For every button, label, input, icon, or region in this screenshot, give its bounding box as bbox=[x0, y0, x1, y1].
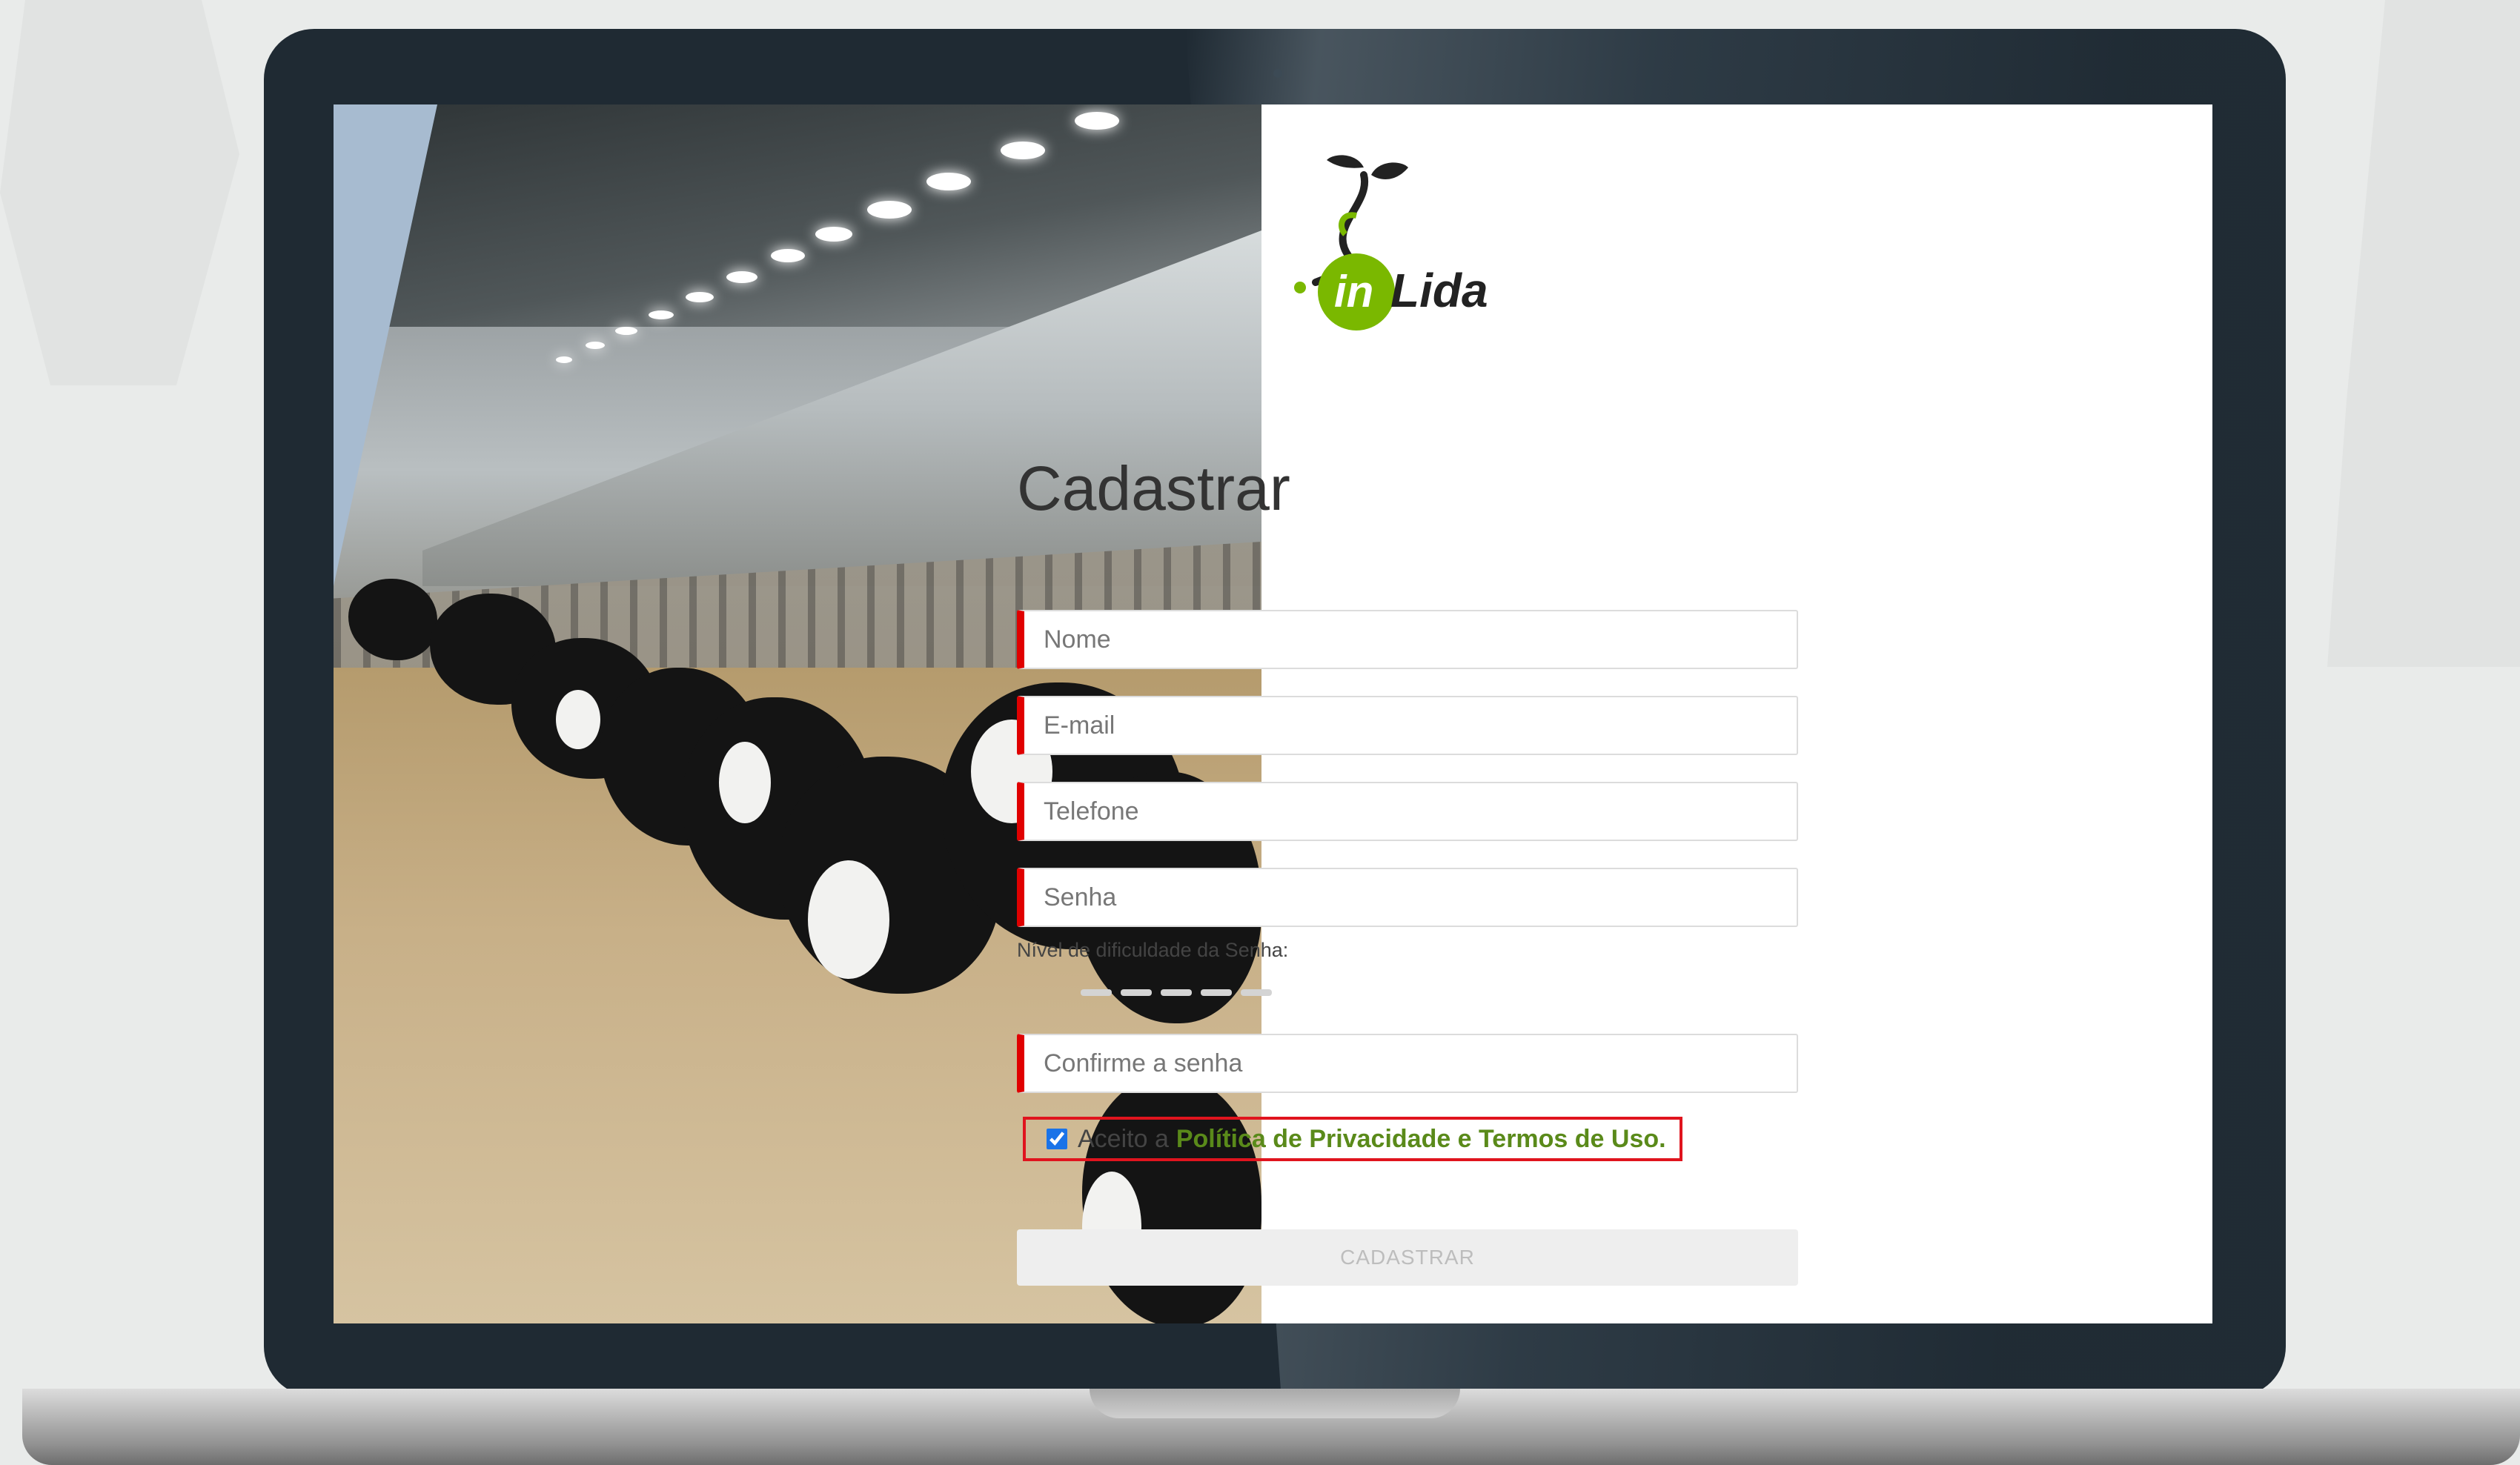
background-silhouette-right bbox=[2327, 0, 2520, 667]
logo-leaf-left-icon bbox=[1327, 155, 1364, 168]
logo-leaf-right-icon bbox=[1371, 162, 1408, 179]
password-input[interactable] bbox=[1024, 869, 1797, 926]
logo-lida-text: Lida bbox=[1390, 264, 1488, 317]
webcam bbox=[1273, 69, 1282, 78]
inlida-logo: in Lida bbox=[1294, 155, 1488, 330]
name-input[interactable] bbox=[1024, 611, 1797, 668]
password-field[interactable] bbox=[1017, 868, 1798, 927]
strength-segment bbox=[1081, 989, 1112, 996]
confirm-password-input[interactable] bbox=[1024, 1035, 1797, 1092]
background-silhouette-left bbox=[0, 0, 239, 385]
strength-segment bbox=[1241, 989, 1272, 996]
terms-acceptance[interactable]: Aceito a Política de Privacidade e Termo… bbox=[1023, 1117, 1682, 1161]
phone-field[interactable] bbox=[1017, 782, 1798, 841]
name-field[interactable] bbox=[1017, 610, 1798, 669]
email-field[interactable] bbox=[1017, 696, 1798, 755]
privacy-terms-link[interactable]: Política de Privacidade e Termos de Uso. bbox=[1176, 1125, 1666, 1154]
screen: in Lida Cadastrar Nível de dificuldade d… bbox=[334, 104, 2212, 1323]
phone-input[interactable] bbox=[1024, 783, 1797, 840]
page-title: Cadastrar bbox=[1017, 454, 1290, 523]
confirm-password-field[interactable] bbox=[1017, 1034, 1798, 1093]
register-button[interactable]: CADASTRAR bbox=[1017, 1229, 1798, 1286]
strength-segment bbox=[1201, 989, 1232, 996]
password-strength-label: Nível de dificuldade da Senha: bbox=[1017, 939, 1289, 961]
password-strength-meter bbox=[1081, 989, 1272, 996]
terms-prefix: Aceito a bbox=[1078, 1124, 1169, 1153]
logo-in-text: in bbox=[1334, 267, 1373, 316]
terms-checkbox[interactable] bbox=[1047, 1129, 1067, 1149]
email-input[interactable] bbox=[1024, 697, 1797, 754]
laptop-hinge-notch bbox=[1090, 1389, 1460, 1418]
strength-segment bbox=[1161, 989, 1192, 996]
strength-segment bbox=[1121, 989, 1152, 996]
